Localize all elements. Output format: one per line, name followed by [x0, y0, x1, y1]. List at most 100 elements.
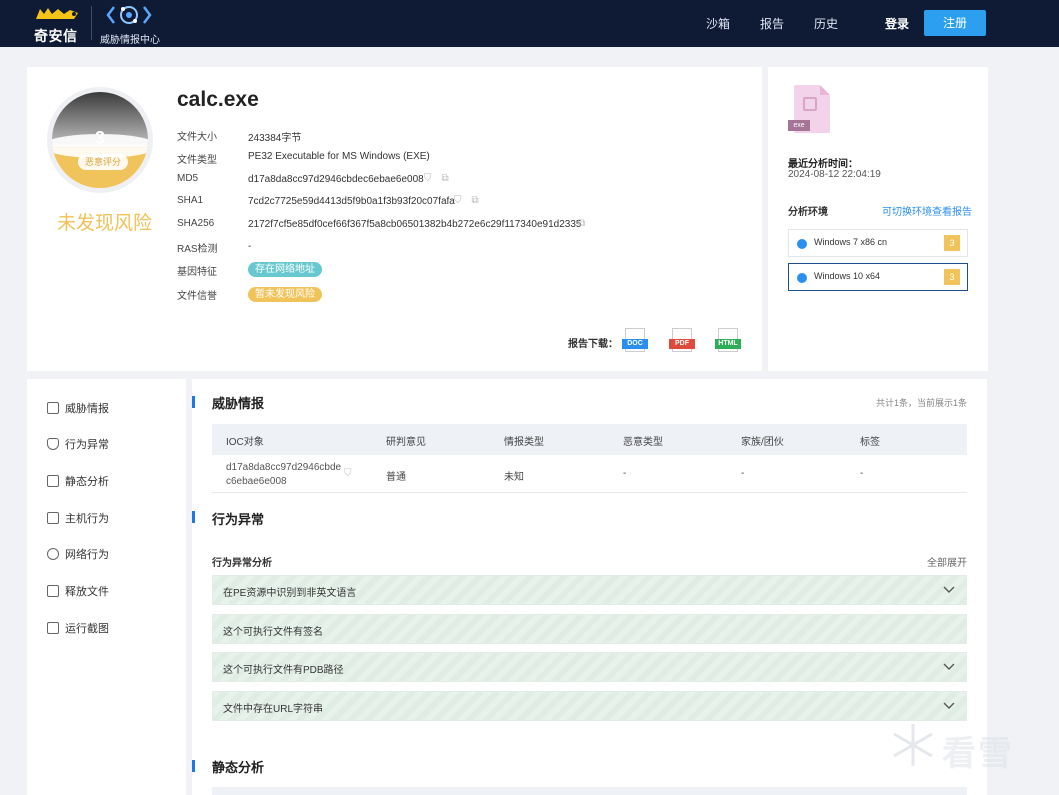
attr-label-reputation: 文件信誉: [177, 291, 217, 302]
gene-tag: 存在网络地址: [248, 262, 322, 277]
column-header: 家族/团伙: [741, 437, 784, 448]
download-label: 报告下载：: [568, 339, 618, 350]
exe-file-lines: [803, 97, 817, 111]
sidebar-item-dropped[interactable]: 释放文件: [47, 583, 109, 599]
doc-download-label: DOC: [622, 339, 648, 349]
behavior-item-label: 文件中存在URL字符串: [223, 704, 324, 715]
section-sidebar: 威胁情报 行为异常 静态分析 主机行为 网络行为 释放文件 运行截图: [27, 379, 186, 795]
env-score-badge: 3: [944, 235, 960, 251]
sidebar-item-threat-intel[interactable]: 威胁情报: [47, 400, 109, 416]
attr-label-gene: 基因特征: [177, 267, 217, 278]
column-header: 标签: [860, 437, 880, 448]
globe-icon: [47, 548, 59, 560]
header-divider: [91, 6, 92, 40]
sidebar-item-label: 静态分析: [65, 476, 109, 488]
login-link[interactable]: 登录: [885, 15, 909, 32]
md5-actions: ⛉ ⧉: [424, 173, 449, 184]
copy-icon[interactable]: ⧉: [442, 173, 449, 184]
html-download-icon[interactable]: HTML: [715, 328, 741, 354]
attr-label-ras: RAS检测: [177, 244, 218, 255]
attr-label-type: 文件类型: [177, 155, 217, 166]
nav-report[interactable]: 报告: [760, 15, 784, 32]
sidebar-item-network[interactable]: 网络行为: [47, 546, 109, 562]
chevron-down-icon[interactable]: [942, 659, 956, 673]
copy-icon[interactable]: ⧉: [578, 218, 585, 229]
attr-label-sha256: SHA256: [177, 218, 215, 229]
sidebar-item-host[interactable]: 主机行为: [47, 510, 109, 526]
env-name: Windows 10 x64: [814, 271, 881, 281]
intel-type-cell: 未知: [504, 472, 524, 483]
ioc-table: IOC对象 研判意见 情报类型 恶意类型 家族/团伙 标签 d17a8da8cc…: [212, 424, 967, 493]
shield-icon: [47, 438, 59, 450]
sidebar-item-screenshots[interactable]: 运行截图: [47, 620, 109, 636]
last-analysis-label: 最近分析时间：: [788, 159, 858, 170]
shield-check-icon[interactable]: ⛉: [454, 195, 462, 206]
attr-value-sha1: 7cd2c7725e59d4413d5f9b0a1f3b93f20c07fafa: [248, 196, 455, 207]
shield-check-icon[interactable]: ⛉: [424, 173, 432, 184]
shield-check-icon[interactable]: ⛉: [344, 468, 352, 479]
sidebar-item-label: 行为异常: [65, 439, 109, 451]
ioc-value[interactable]: d17a8da8cc97d2946cbde c6ebae6e008: [226, 461, 341, 489]
exe-file-tag: exe: [788, 120, 810, 131]
report-content: 威胁情报 共计1条，当前展示1条 IOC对象 研判意见 情报类型 恶意类型 家族…: [192, 379, 987, 795]
attr-value-sha256: 2172f7cf5e85df0cef66f367f5a8cb06501382b4…: [248, 219, 582, 230]
behavior-item[interactable]: 在PE资源中识别到非英文语言: [212, 575, 967, 605]
behavior-item-label: 这个可执行文件有签名: [223, 627, 323, 638]
section-title-threat-intel: 威胁情报: [212, 396, 265, 411]
watermark-text: 看雪: [942, 735, 1014, 773]
score-gauge: 3 恶意评分: [47, 87, 153, 193]
sidebar-item-label: 主机行为: [65, 513, 109, 525]
file-summary-card: 3 恶意评分 未发现风险 calc.exe 文件大小 243384字节 文件类型…: [27, 67, 762, 371]
files-icon: [47, 585, 59, 597]
switch-env-link[interactable]: 可切换环境查看报告: [882, 203, 972, 218]
document-icon: [47, 475, 59, 487]
column-header: 情报类型: [504, 437, 544, 448]
attr-label-md5: MD5: [177, 173, 199, 184]
behavior-item[interactable]: 文件中存在URL字符串: [212, 691, 967, 721]
reputation-tag: 暂未发现风险: [248, 287, 322, 302]
attr-label-sha1: SHA1: [177, 195, 204, 206]
expand-all-link[interactable]: 全部展开: [927, 554, 967, 569]
section-marker: [192, 511, 195, 523]
attr-value-size: 243384字节: [248, 133, 302, 144]
env-label: 分析环境: [788, 207, 828, 218]
section-marker: [192, 396, 195, 408]
env-name: Windows 7 x86 cn: [814, 237, 888, 247]
attr-value-md5: d17a8da8cc97d2946cbdec6ebae6e008: [248, 174, 424, 185]
risk-verdict: 未发现风险: [57, 213, 153, 234]
behavior-item-label: 这个可执行文件有PDB路径: [223, 665, 344, 676]
brand-logo[interactable]: 奇安信: [34, 5, 82, 44]
score-value: 3: [94, 128, 105, 148]
malware-type-cell: -: [623, 468, 627, 479]
host-icon: [47, 512, 59, 524]
sidebar-item-behavior[interactable]: 行为异常: [47, 436, 109, 452]
register-button[interactable]: 注册: [924, 10, 986, 36]
ioc-table-header: IOC对象 研判意见 情报类型 恶意类型 家族/团伙 标签: [212, 424, 967, 455]
html-download-label: HTML: [715, 339, 741, 349]
env-score-badge: 3: [944, 269, 960, 285]
behavior-item[interactable]: 这个可执行文件有PDB路径: [212, 652, 967, 682]
nav-sandbox[interactable]: 沙箱: [706, 15, 730, 32]
pdf-download-label: PDF: [669, 339, 695, 349]
tiger-logo-icon: [36, 8, 78, 19]
sha256-actions: ⧉: [578, 218, 585, 229]
env-item-win10[interactable]: Windows 10 x64 3: [788, 263, 968, 291]
behavior-item[interactable]: 这个可执行文件有签名: [212, 614, 967, 644]
table-row[interactable]: d17a8da8cc97d2946cbde c6ebae6e008 ⛉ 普通 未…: [212, 455, 967, 493]
chevron-down-icon[interactable]: [942, 698, 956, 712]
section-title-static: 静态分析: [212, 760, 265, 775]
env-item-win7[interactable]: Windows 7 x86 cn 3: [788, 229, 968, 257]
attr-value-ras: -: [248, 241, 252, 252]
pdf-download-icon[interactable]: PDF: [669, 328, 695, 354]
behavior-item-label: 在PE资源中识别到非英文语言: [223, 588, 357, 599]
copy-icon[interactable]: ⧉: [472, 195, 479, 206]
nav-history[interactable]: 历史: [814, 15, 838, 32]
sidebar-item-label: 网络行为: [65, 549, 109, 561]
analysis-env-card: exe 最近分析时间： 2024-08-12 22:04:19 分析环境 可切换…: [768, 67, 988, 371]
sidebar-item-static[interactable]: 静态分析: [47, 473, 109, 489]
doc-download-icon[interactable]: DOC: [622, 328, 648, 354]
chevron-down-icon[interactable]: [942, 582, 956, 596]
sha1-actions: ⛉ ⧉: [454, 195, 479, 206]
brand-name: 奇安信: [34, 28, 78, 44]
sidebar-item-label: 威胁情报: [65, 403, 109, 415]
